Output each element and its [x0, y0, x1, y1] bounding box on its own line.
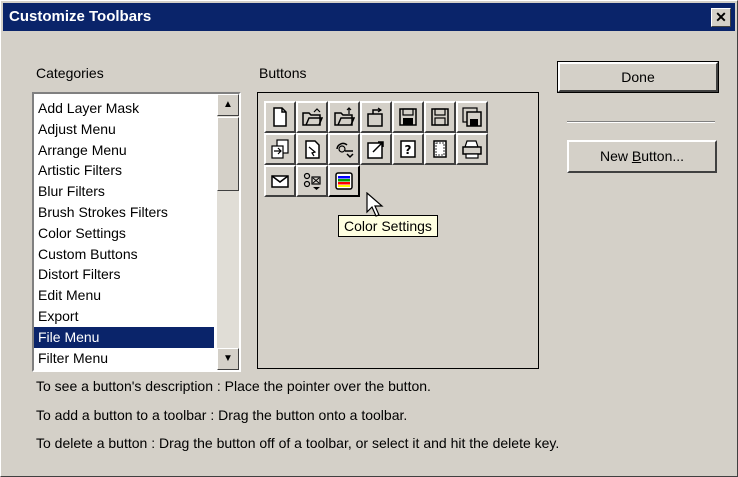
- category-item[interactable]: Blur Filters: [34, 181, 214, 202]
- import-icon[interactable]: [264, 133, 296, 165]
- done-button[interactable]: Done: [557, 61, 719, 93]
- file-info-icon[interactable]: ?: [392, 133, 424, 165]
- page-setup-icon[interactable]: [424, 133, 456, 165]
- acquire-icon[interactable]: [328, 133, 360, 165]
- open-alt-icon[interactable]: [328, 101, 360, 133]
- scan-icon[interactable]: [296, 165, 328, 197]
- color-settings-icon[interactable]: [328, 165, 360, 197]
- save-as-icon[interactable]: [424, 101, 456, 133]
- category-item[interactable]: Custom Buttons: [34, 244, 214, 265]
- category-item[interactable]: Adjust Menu: [34, 119, 214, 140]
- scroll-thumb[interactable]: [217, 117, 239, 191]
- categories-list: Add Layer Mask Adjust Menu Arrange Menu Art…: [34, 98, 214, 368]
- help-text-description: To see a button's description : Place th…: [36, 378, 431, 394]
- open-icon[interactable]: [296, 101, 328, 133]
- category-item[interactable]: File Menu: [34, 326, 214, 348]
- category-item[interactable]: Add Layer Mask: [34, 98, 214, 119]
- categories-scrollbar[interactable]: ▲ ▼: [217, 94, 239, 370]
- tooltip: Color Settings: [338, 215, 438, 237]
- category-item[interactable]: Distort Filters: [34, 264, 214, 285]
- category-item[interactable]: Color Settings: [34, 223, 214, 244]
- new-document-icon[interactable]: [264, 101, 296, 133]
- export-icon[interactable]: [360, 133, 392, 165]
- help-text-add: To add a button to a toolbar : Drag the …: [36, 407, 408, 423]
- mouse-pointer-icon: [366, 192, 384, 217]
- category-item[interactable]: Brush Strokes Filters: [34, 202, 214, 223]
- categories-listbox[interactable]: Add Layer Mask Adjust Menu Arrange Menu Art…: [32, 92, 241, 372]
- category-item[interactable]: Edit Menu: [34, 285, 214, 306]
- separator: [567, 121, 715, 123]
- category-item[interactable]: Export: [34, 306, 214, 327]
- title-bar[interactable]: Customize Toolbars ✕: [3, 3, 735, 31]
- help-text-delete: To delete a button : Drag the button off…: [36, 435, 560, 451]
- print-icon[interactable]: [456, 133, 488, 165]
- category-item[interactable]: Artistic Filters: [34, 160, 214, 181]
- category-item[interactable]: Filter Menu: [34, 348, 214, 369]
- scroll-down-button[interactable]: ▼: [217, 348, 239, 370]
- close-button[interactable]: ✕: [711, 8, 731, 27]
- mail-icon[interactable]: [264, 165, 296, 197]
- category-item[interactable]: Arrange Menu: [34, 140, 214, 161]
- save-icon[interactable]: [392, 101, 424, 133]
- window-title: Customize Toolbars: [9, 8, 152, 25]
- new-button-label: New Button...: [599, 148, 685, 164]
- revert-icon[interactable]: [360, 101, 392, 133]
- buttons-label: Buttons: [259, 65, 307, 81]
- scroll-up-button[interactable]: ▲: [217, 94, 239, 116]
- categories-label: Categories: [36, 65, 104, 81]
- new-button-button[interactable]: New Button...: [567, 140, 717, 173]
- svg-text:?: ?: [405, 143, 412, 157]
- save-all-icon[interactable]: [456, 101, 488, 133]
- place-icon[interactable]: [296, 133, 328, 165]
- customize-toolbars-dialog: Customize Toolbars ✕ Categories Buttons …: [0, 0, 738, 477]
